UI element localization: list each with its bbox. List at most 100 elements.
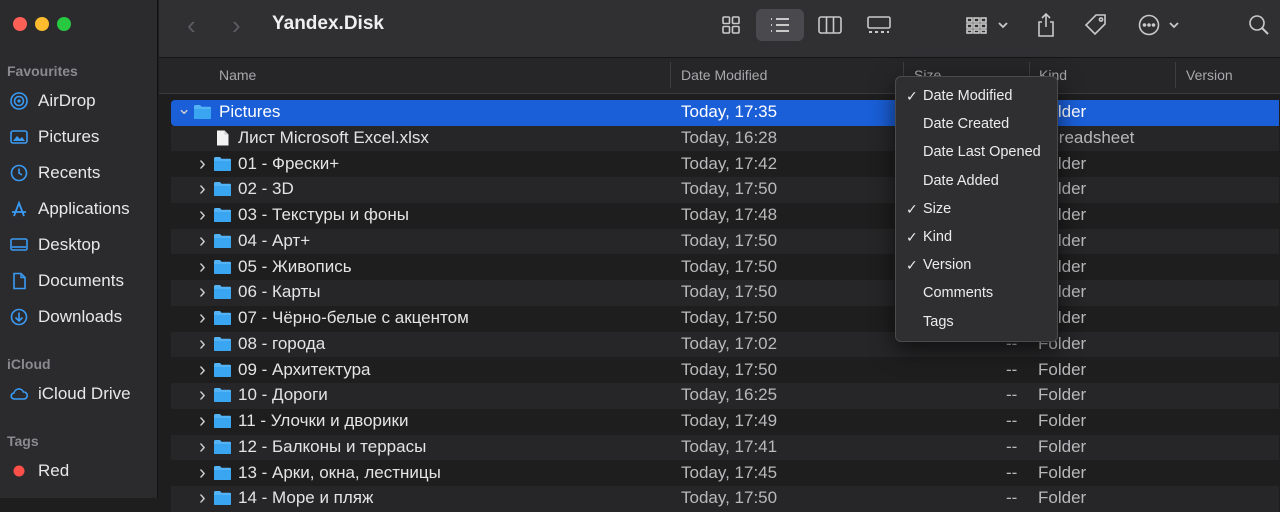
disclosure-collapsed-icon[interactable]: › [199, 359, 213, 382]
item-date-modified: Today, 17:50 [681, 256, 778, 276]
group-grid-icon [966, 17, 1008, 34]
sidebar-item-airdrop[interactable]: AirDrop [8, 88, 96, 114]
item-name: 12 - Балконы и террасы [238, 436, 427, 456]
sidebar-item-documents[interactable]: Documents [8, 268, 124, 294]
column-divider[interactable] [670, 62, 671, 88]
folder-row[interactable]: ›04 - Арт+Today, 17:50--Folder [171, 228, 1279, 255]
item-size: -- [1006, 436, 1018, 456]
folder-row[interactable]: › 07 - Чёрно-белые с акцентом Today, 17:50… [171, 306, 1279, 332]
disclosure-collapsed-icon[interactable]: › [199, 256, 213, 279]
sidebar-item-label: Desktop [38, 235, 101, 254]
item-kind: Folder [1038, 411, 1087, 430]
folder-row[interactable]: › 09 - Архитектура Today, 17:50 -- Folder [171, 358, 1279, 384]
folder-icon [214, 362, 231, 377]
disclosure-expanded-icon[interactable]: ⌄ [177, 99, 191, 119]
gallery-view-button[interactable] [859, 9, 899, 41]
more-actions-button[interactable] [1134, 9, 1184, 41]
menu-item-size[interactable]: ✓ Size [896, 195, 1057, 223]
checkmark-icon: ✓ [906, 228, 918, 245]
disclosure-collapsed-icon[interactable]: › [199, 281, 213, 304]
folder-row[interactable]: ⌄ Pictures Today, 17:35 Folder [171, 99, 1279, 126]
sidebar-item-label: Pictures [38, 127, 100, 146]
list-icon [771, 18, 789, 32]
airdrop-icon [8, 91, 30, 111]
disclosure-collapsed-icon[interactable]: › [199, 436, 213, 459]
share-button[interactable] [1031, 9, 1061, 41]
folder-row[interactable]: ›02 - 3DToday, 17:50--Folder [171, 177, 1279, 203]
item-name: Pictures [219, 102, 281, 121]
item-size: -- [1006, 359, 1018, 379]
item-name: Лист Microsoft Excel.xlsx [238, 127, 429, 147]
sidebar-item-desktop[interactable]: Desktop [8, 232, 100, 258]
document-icon [8, 271, 30, 291]
group-by-button[interactable] [959, 9, 1015, 41]
folder-row[interactable]: › 14 - Море и пляж Today, 17:50 -- Folder [171, 486, 1279, 512]
item-kind: Folder [1038, 488, 1087, 508]
disclosure-collapsed-icon[interactable]: › [199, 462, 213, 485]
item-date-modified: Today, 16:25 [681, 385, 778, 405]
disclosure-collapsed-icon[interactable]: › [199, 153, 213, 176]
menu-item-date-last-opened[interactable]: Date Last Opened [896, 138, 1057, 166]
folder-icon [214, 208, 231, 222]
disclosure-collapsed-icon[interactable]: › [199, 178, 213, 201]
menu-item-date-added[interactable]: Date Added [896, 167, 1057, 195]
column-divider[interactable] [1175, 62, 1176, 88]
disclosure-collapsed-icon[interactable]: › [199, 230, 213, 253]
folder-row[interactable]: › 12 - Балконы и террасы Today, 17:41 -- Fol… [171, 434, 1279, 461]
menu-item-label: Date Created [923, 116, 1010, 133]
search-icon [1249, 15, 1269, 35]
folder-row[interactable]: › 08 - города Today, 17:02 -- Folder [171, 331, 1279, 358]
minimize-window-button[interactable] [35, 17, 49, 31]
disclosure-collapsed-icon[interactable]: › [199, 384, 213, 407]
menu-item-tags[interactable]: Tags [896, 308, 1057, 336]
zoom-window-button[interactable] [57, 17, 71, 31]
menu-item-kind[interactable]: ✓ Kind [896, 223, 1057, 251]
sidebar-item-pictures[interactable]: Pictures [8, 124, 99, 150]
icon-view-button[interactable] [712, 9, 750, 41]
file-row[interactable]: Лист Microsoft Excel.xlsx Today, 16:28 Spr… [171, 125, 1279, 152]
column-version-header[interactable]: Version [1186, 67, 1233, 83]
column-date-modified-header[interactable]: Date Modified [681, 67, 767, 83]
search-button[interactable] [1244, 9, 1274, 41]
folder-row[interactable]: › 10 - Дороги Today, 16:25 -- Folder [171, 383, 1279, 409]
folder-icon [214, 182, 231, 197]
item-size: -- [1006, 462, 1018, 482]
back-button[interactable]: ‹ [187, 12, 196, 38]
folder-icon [214, 259, 231, 274]
item-name: 14 - Море и пляж [238, 488, 374, 508]
disclosure-collapsed-icon[interactable]: › [199, 307, 213, 330]
close-window-button[interactable] [13, 17, 27, 31]
folder-row[interactable]: ›06 - КартыToday, 17:50--Folder [171, 280, 1279, 306]
folder-row[interactable]: ›03 - Текстуры и фоныToday, 17:48--Folde… [171, 203, 1279, 229]
folder-row[interactable]: › 13 - Арки, окна, лестницы Today, 17:45 --… [171, 461, 1279, 487]
folder-row[interactable]: ›05 - ЖивописьToday, 17:50--Folder [171, 255, 1279, 281]
sidebar: Favourites AirDrop Pictures Recents Appl… [0, 0, 158, 498]
item-date-modified: Today, 17:50 [681, 282, 778, 302]
sidebar-item-icloud-drive[interactable]: iCloud Drive [8, 381, 131, 407]
menu-item-date-modified[interactable]: ✓ Date Modified [896, 82, 1057, 110]
disclosure-collapsed-icon[interactable]: › [199, 204, 213, 227]
forward-button[interactable]: › [232, 12, 241, 38]
folder-icon [214, 156, 231, 171]
disclosure-collapsed-icon[interactable]: › [199, 333, 213, 356]
disclosure-collapsed-icon[interactable]: › [199, 487, 213, 510]
folder-row[interactable]: ›01 - Фрески+Today, 17:42--Folder [171, 152, 1279, 178]
sidebar-item-recents[interactable]: Recents [8, 160, 100, 186]
menu-item-version[interactable]: ✓ Version [896, 251, 1057, 279]
list-view-button[interactable] [756, 9, 804, 41]
disclosure-collapsed-icon[interactable]: › [199, 410, 213, 433]
folder-row[interactable]: › 11 - Улочки и дворики Today, 17:49 -- Fold… [171, 409, 1279, 435]
sidebar-item-label: Downloads [38, 307, 123, 326]
window-controls [13, 17, 71, 31]
column-name-header[interactable]: Name [219, 67, 256, 83]
menu-item-comments[interactable]: Comments [896, 279, 1057, 307]
item-date-modified: Today, 17:35 [681, 102, 778, 121]
tag-button[interactable] [1079, 9, 1113, 41]
menu-item-date-created[interactable]: Date Created [896, 110, 1057, 138]
red-tag-dot-icon [8, 461, 30, 481]
sidebar-item-downloads[interactable]: Downloads [8, 304, 122, 330]
column-view-button[interactable] [811, 9, 849, 41]
sidebar-item-applications[interactable]: Applications [8, 196, 130, 222]
sidebar-item-tag-red[interactable]: Red [8, 458, 69, 484]
sidebar-item-label: Documents [38, 271, 124, 290]
